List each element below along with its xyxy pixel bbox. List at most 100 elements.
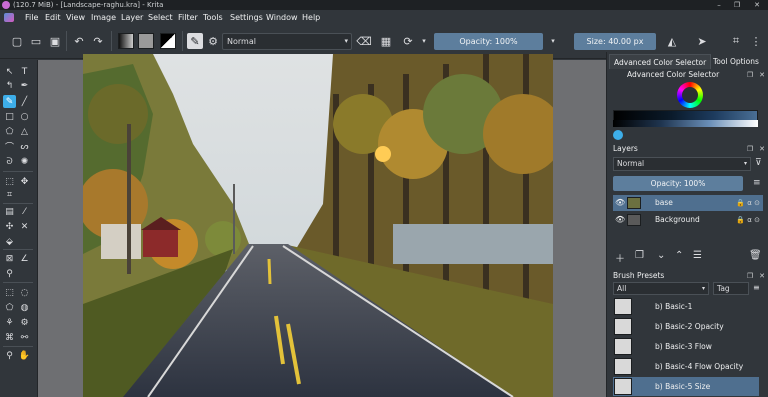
float-panel-icon[interactable]: ❐ bbox=[745, 143, 755, 155]
chevron-down-icon[interactable]: ▾ bbox=[416, 33, 432, 49]
gradient-tool-icon[interactable]: ▤ bbox=[3, 205, 16, 218]
filter-icon[interactable]: ⊽ bbox=[755, 158, 762, 168]
move-tool-icon[interactable]: ✥ bbox=[18, 175, 31, 188]
line-tool-icon[interactable]: ╱ bbox=[18, 95, 31, 108]
menu-select[interactable]: Select bbox=[148, 10, 173, 25]
close-panel-icon[interactable]: ✕ bbox=[757, 143, 767, 155]
preset-row[interactable]: b) Basic-4 Flow Opacity bbox=[613, 357, 759, 376]
reference-tool-icon[interactable]: ⊠ bbox=[3, 252, 16, 265]
close-panel-icon[interactable]: ✕ bbox=[757, 270, 767, 282]
menu-window[interactable]: Window bbox=[266, 10, 298, 25]
tab-advanced-color-selector[interactable]: Advanced Color Selector bbox=[609, 54, 712, 69]
preset-row[interactable]: b) Basic-3 Flow bbox=[613, 337, 759, 356]
maximize-button[interactable]: ❐ bbox=[728, 0, 746, 10]
preset-filter-select[interactable]: All ▾ bbox=[613, 282, 709, 295]
eye-icon[interactable]: 👁 bbox=[615, 212, 625, 228]
add-layer-icon[interactable]: ＋ bbox=[615, 250, 625, 265]
crop-icon[interactable]: ⌗ bbox=[728, 33, 744, 49]
undo-icon[interactable]: ↶ bbox=[71, 33, 87, 49]
pan-tool-icon[interactable]: ⚲ bbox=[3, 267, 16, 280]
preserve-alpha-icon[interactable]: ▦ bbox=[378, 33, 394, 49]
swatch-toggle-icon[interactable] bbox=[613, 130, 623, 140]
eraser-icon[interactable]: ⌫ bbox=[356, 33, 372, 49]
freehand-path-icon[interactable]: ᔕ bbox=[18, 140, 31, 153]
redo-icon[interactable]: ↷ bbox=[90, 33, 106, 49]
layer-menu-icon[interactable]: ≡ bbox=[753, 178, 761, 188]
measure-tool-icon[interactable]: ∠ bbox=[18, 252, 31, 265]
smart-patch-icon[interactable]: ✕ bbox=[18, 220, 31, 233]
menu-settings[interactable]: Settings bbox=[230, 10, 263, 25]
polygon-tool-icon[interactable]: ⬠ bbox=[3, 125, 16, 138]
fg-bg-color-swatch[interactable] bbox=[160, 33, 176, 49]
landscape-painting[interactable] bbox=[83, 54, 553, 397]
assistant-tool-icon[interactable]: ✣ bbox=[3, 220, 16, 233]
calligraphy-icon[interactable]: ✒ bbox=[18, 79, 31, 92]
close-panel-icon[interactable]: ✕ bbox=[757, 69, 767, 81]
magnetic-select-icon[interactable]: ⚯ bbox=[18, 331, 31, 344]
select-shapes-icon[interactable]: ↖ bbox=[3, 65, 16, 78]
color-picker-icon[interactable]: ⁄ bbox=[18, 205, 31, 218]
wrap-around-icon[interactable]: ➤ bbox=[694, 33, 710, 49]
blend-mode-select[interactable]: Normal ▾ bbox=[222, 33, 352, 50]
menu-filter[interactable]: Filter bbox=[178, 10, 198, 25]
menu-image[interactable]: Image bbox=[91, 10, 116, 25]
bezier-select-icon[interactable]: ⌘ bbox=[3, 331, 16, 344]
polyline-tool-icon[interactable]: △ bbox=[18, 125, 31, 138]
float-panel-icon[interactable]: ❐ bbox=[745, 270, 755, 282]
ellipse-select-icon[interactable]: ◌ bbox=[18, 286, 31, 299]
float-panel-icon[interactable]: ❐ bbox=[745, 69, 755, 81]
gradient-selector[interactable] bbox=[118, 33, 134, 49]
rectangle-tool-icon[interactable]: □ bbox=[3, 110, 16, 123]
color-value-bar[interactable] bbox=[613, 120, 758, 127]
freehand-select-icon[interactable]: ◍ bbox=[18, 301, 31, 314]
eye-icon[interactable]: 👁 bbox=[615, 195, 625, 211]
edit-shapes-icon[interactable]: ↰ bbox=[3, 79, 16, 92]
chevron-down-icon[interactable]: ▾ bbox=[545, 33, 561, 49]
presets-menu-icon[interactable]: ≡ bbox=[753, 283, 760, 292]
move-layer-up-icon[interactable]: ⌃ bbox=[675, 250, 683, 261]
contiguous-select-icon[interactable]: ⚘ bbox=[3, 316, 16, 329]
preset-tag-button[interactable]: Tag bbox=[713, 282, 749, 295]
dynamic-brush-icon[interactable]: ᘐ bbox=[3, 155, 16, 168]
rect-select-icon[interactable]: ⬚ bbox=[3, 286, 16, 299]
freehand-brush-icon[interactable]: ✎ bbox=[3, 95, 16, 108]
multibrush-icon[interactable]: ✺ bbox=[18, 155, 31, 168]
save-icon[interactable]: ▣ bbox=[47, 33, 63, 49]
brush-editor-icon[interactable]: ⚙ bbox=[205, 33, 221, 49]
layer-opacity-slider[interactable]: Opacity: 100% bbox=[613, 176, 743, 191]
bezier-tool-icon[interactable]: ⌒ bbox=[3, 140, 16, 153]
polygon-select-icon[interactable]: ⬠ bbox=[3, 301, 16, 314]
similar-select-icon[interactable]: ⚙ bbox=[18, 316, 31, 329]
preset-row[interactable]: b) Basic-1 bbox=[613, 297, 759, 316]
layer-blend-mode-select[interactable]: Normal ▾ bbox=[613, 157, 751, 171]
duplicate-layer-icon[interactable]: ❐ bbox=[635, 250, 644, 261]
menu-file[interactable]: File bbox=[25, 10, 38, 25]
menu-layer[interactable]: Layer bbox=[121, 10, 143, 25]
lock-alpha-icon[interactable]: 🔒 α ⊙ bbox=[736, 195, 760, 211]
ellipse-tool-icon[interactable]: ○ bbox=[18, 110, 31, 123]
size-slider[interactable]: Size: 40.00 px bbox=[574, 33, 656, 50]
tab-tool-options[interactable]: Tool Options bbox=[709, 54, 763, 69]
brush-preset-icon[interactable]: ✎ bbox=[187, 33, 203, 49]
preset-row[interactable]: b) Basic-2 Opacity bbox=[613, 317, 759, 336]
layer-row-base[interactable]: 👁 base 🔒 α ⊙ bbox=[613, 195, 763, 211]
crop-tool-icon[interactable]: ⌗ bbox=[3, 188, 16, 201]
open-document-icon[interactable]: ▭ bbox=[28, 33, 44, 49]
delete-layer-icon[interactable]: 🗑 bbox=[749, 250, 762, 261]
layer-row-background[interactable]: 👁 Background 🔒 α ⊙ bbox=[613, 212, 763, 228]
zoom-tool-icon[interactable]: ⚲ bbox=[3, 349, 16, 362]
menu-view[interactable]: View bbox=[66, 10, 85, 25]
preset-row-selected[interactable]: b) Basic-5 Size bbox=[613, 377, 759, 396]
lock-alpha-icon[interactable]: 🔒 α ⊙ bbox=[736, 212, 760, 228]
canvas-area[interactable] bbox=[38, 54, 606, 397]
hand-tool-icon[interactable]: ✋ bbox=[18, 349, 31, 362]
menu-help[interactable]: Help bbox=[302, 10, 320, 25]
minimize-button[interactable]: – bbox=[710, 0, 728, 10]
settings-icon[interactable]: ⋮ bbox=[748, 33, 764, 49]
opacity-slider[interactable]: Opacity: 100% bbox=[434, 33, 543, 50]
text-tool-icon[interactable]: T bbox=[18, 65, 31, 78]
close-button[interactable]: ✕ bbox=[748, 0, 766, 10]
transform-tool-icon[interactable]: ⬚ bbox=[3, 175, 16, 188]
layer-properties-icon[interactable]: ☰ bbox=[693, 250, 702, 261]
fill-tool-icon[interactable]: ⬙ bbox=[3, 235, 16, 248]
